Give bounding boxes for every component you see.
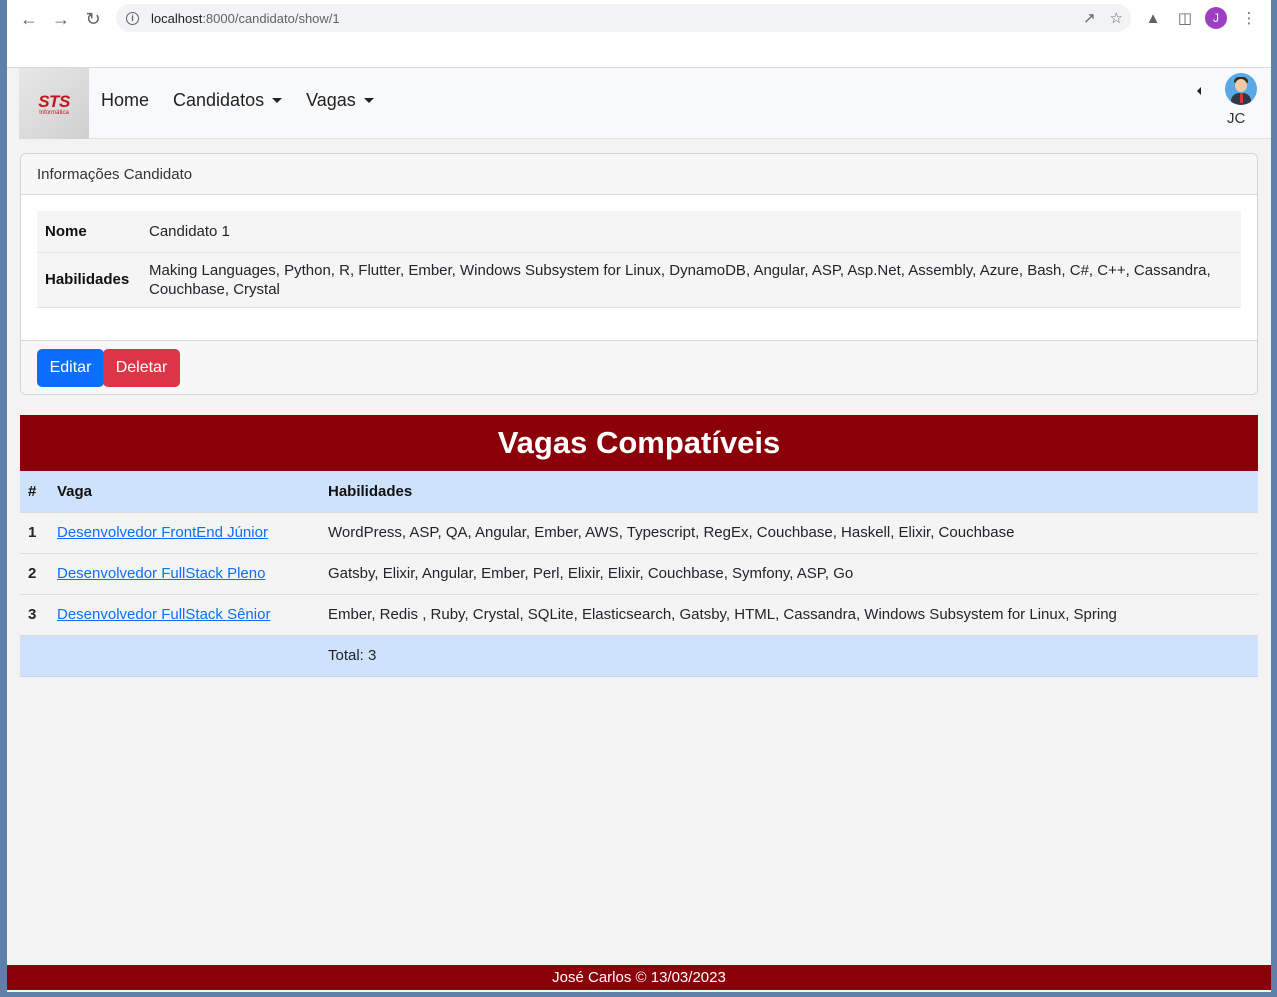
- vagas-title: Vagas Compatíveis: [20, 415, 1258, 471]
- vaga-habilidades: Gatsby, Elixir, Angular, Ember, Perl, El…: [320, 553, 1258, 595]
- url-path: :8000/candidato/show/1: [202, 10, 340, 26]
- share-icon[interactable]: ↗: [1083, 9, 1096, 27]
- info-label: Nome: [37, 211, 141, 253]
- user-avatar-icon[interactable]: [1225, 73, 1257, 105]
- bookmark-star-icon[interactable]: ☆: [1110, 9, 1123, 27]
- table-row: 1 Desenvolvedor FrontEnd Júnior WordPres…: [20, 512, 1258, 554]
- logo[interactable]: STS Informática: [19, 68, 89, 139]
- vagas-table: # Vaga Habilidades 1 Desenvolvedor Front…: [20, 471, 1258, 677]
- nav-links: Home Candidatos Vagas: [101, 90, 374, 111]
- table-row: 3 Desenvolvedor FullStack Sênior Ember, …: [20, 594, 1258, 636]
- info-value: Making Languages, Python, R, Flutter, Em…: [141, 252, 1241, 308]
- info-label: Habilidades: [37, 252, 141, 308]
- total-count: Total: 3: [320, 635, 1258, 677]
- app-navbar: STS Informática Home Candidatos Vagas JC: [19, 68, 1271, 139]
- table-row: 2 Desenvolvedor FullStack Pleno Gatsby, …: [20, 553, 1258, 595]
- back-icon[interactable]: ←: [16, 6, 42, 32]
- logo-subtext: Informática: [39, 109, 69, 116]
- nav-candidatos-label: Candidatos: [173, 90, 265, 110]
- row-number: 1: [20, 512, 49, 554]
- vaga-link[interactable]: Desenvolvedor FrontEnd Júnior: [57, 524, 268, 541]
- caret-down-icon: [272, 98, 283, 103]
- vaga-link[interactable]: Desenvolvedor FullStack Pleno: [57, 565, 265, 582]
- side-panel-icon[interactable]: ◫: [1174, 7, 1196, 29]
- candidate-info-card: Informações Candidato Nome Candidato 1 H…: [20, 153, 1258, 395]
- logo-mark: STS: [38, 91, 70, 111]
- caret-down-icon: [363, 98, 374, 103]
- forward-icon[interactable]: →: [48, 6, 74, 32]
- nav-vagas-dropdown[interactable]: Vagas: [306, 90, 374, 111]
- vaga-habilidades: Ember, Redis , Ruby, Crystal, SQLite, El…: [320, 594, 1258, 636]
- browser-window: ← → ↻ i localhost:8000/candidato/show/1 …: [7, 0, 1271, 992]
- candidate-info-table: Nome Candidato 1 Habilidades Making Lang…: [37, 211, 1241, 308]
- browser-chrome: ← → ↻ i localhost:8000/candidato/show/1 …: [7, 0, 1271, 68]
- profile-avatar[interactable]: J: [1205, 7, 1227, 29]
- info-row-nome: Nome Candidato 1: [37, 211, 1241, 253]
- reload-icon[interactable]: ↻: [80, 6, 106, 32]
- user-menu[interactable]: JC: [1197, 72, 1257, 132]
- table-header-row: # Vaga Habilidades: [20, 471, 1258, 513]
- nav-candidatos-dropdown[interactable]: Candidatos: [173, 90, 283, 111]
- url-host: localhost: [151, 10, 203, 26]
- row-number: 3: [20, 594, 49, 636]
- nav-home[interactable]: Home: [101, 90, 149, 111]
- caret-left-icon: [1197, 87, 1201, 95]
- address-bar[interactable]: i localhost:8000/candidato/show/1 ↗ ☆: [116, 4, 1131, 32]
- nav-home-label: Home: [101, 90, 150, 110]
- column-header: Vaga: [49, 471, 320, 513]
- column-header: Habilidades: [320, 471, 1258, 513]
- labs-flask-icon[interactable]: ▲: [1142, 7, 1164, 29]
- vaga-link[interactable]: Desenvolvedor FullStack Sênior: [57, 606, 270, 623]
- card-header: Informações Candidato: [21, 154, 1257, 195]
- delete-button[interactable]: Deletar: [103, 349, 180, 387]
- table-footer-row: Total: 3: [20, 635, 1258, 677]
- page-footer: José Carlos © 13/03/2023: [7, 965, 1271, 990]
- column-header: #: [20, 471, 49, 513]
- info-row-habilidades: Habilidades Making Languages, Python, R,…: [37, 252, 1241, 308]
- user-initials: JC: [1227, 110, 1246, 127]
- site-info-icon[interactable]: i: [126, 11, 139, 25]
- edit-button[interactable]: Editar: [37, 349, 104, 387]
- menu-kebab-icon[interactable]: ⋮: [1238, 7, 1260, 29]
- card-footer: Editar Deletar: [21, 340, 1257, 394]
- info-value: Candidato 1: [141, 211, 1241, 253]
- vaga-habilidades: WordPress, ASP, QA, Angular, Ember, AWS,…: [320, 512, 1258, 554]
- nav-vagas-label: Vagas: [306, 90, 356, 110]
- row-number: 2: [20, 553, 49, 595]
